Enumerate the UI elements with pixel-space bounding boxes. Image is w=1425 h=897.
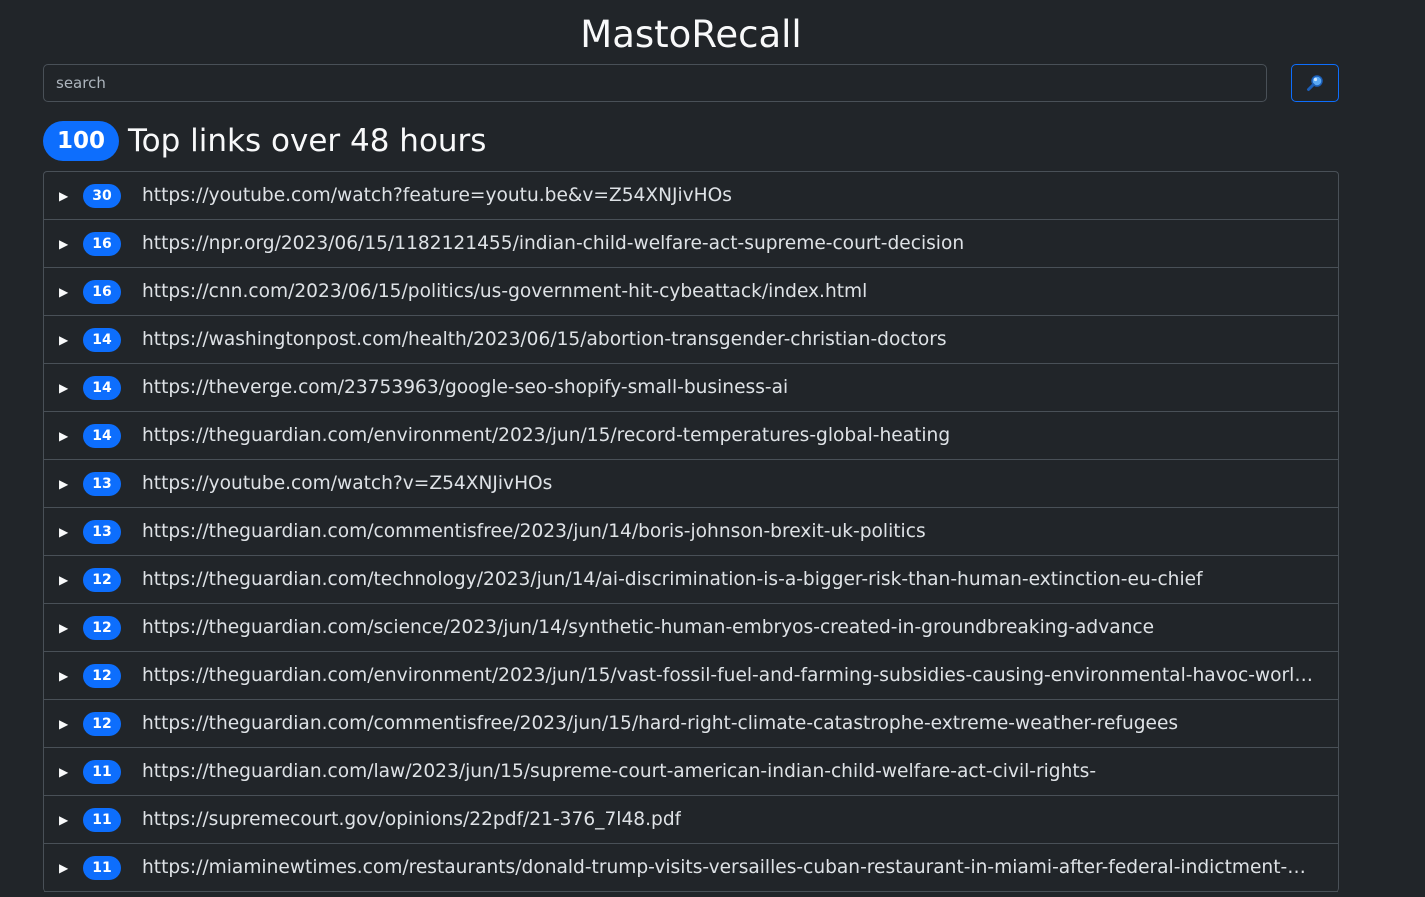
link-item[interactable]: ▶ 12 https://theguardian.com/environment/2… xyxy=(44,652,1338,700)
expand-caret-icon[interactable]: ▶ xyxy=(59,813,71,827)
expand-caret-icon[interactable]: ▶ xyxy=(59,429,71,443)
expand-caret-icon[interactable]: ▶ xyxy=(59,717,71,731)
link-count-badge: 14 xyxy=(83,423,121,448)
link-item[interactable]: ▶ 14 https://washingtonpost.com/health/202… xyxy=(44,316,1338,364)
link-list: ▶ 30 https://youtube.com/watch?feature=you… xyxy=(43,171,1339,892)
search-input[interactable] xyxy=(43,64,1267,102)
link-url[interactable]: https://theguardian.com/commentisfree/20… xyxy=(142,713,1178,734)
link-count-badge: 12 xyxy=(83,711,121,736)
link-url[interactable]: https://theverge.com/23753963/google-seo… xyxy=(142,377,788,398)
link-item[interactable]: ▶ 13 https://theguardian.com/commentisfree… xyxy=(44,508,1338,556)
expand-caret-icon[interactable]: ▶ xyxy=(59,237,71,251)
expand-caret-icon[interactable]: ▶ xyxy=(59,669,71,683)
link-item[interactable]: ▶ 13 https://youtube.com/watch?v=Z54XNJivH… xyxy=(44,460,1338,508)
link-count-badge: 14 xyxy=(83,375,121,400)
expand-caret-icon[interactable]: ▶ xyxy=(59,333,71,347)
section-heading: 100 Top links over 48 hours xyxy=(43,120,1339,162)
section-title: Top links over 48 hours xyxy=(128,123,487,159)
link-item[interactable]: ▶ 11 https://miaminewtimes.com/restaurants… xyxy=(44,844,1338,892)
link-item[interactable]: ▶ 14 https://theverge.com/23753963/google-… xyxy=(44,364,1338,412)
link-url[interactable]: https://theguardian.com/environment/2023… xyxy=(142,665,1317,686)
total-count-badge: 100 xyxy=(43,121,120,161)
link-count-badge: 11 xyxy=(83,807,121,832)
link-count-badge: 11 xyxy=(83,759,121,784)
link-url[interactable]: https://theguardian.com/law/2023/jun/15/… xyxy=(142,761,1096,782)
link-count-badge: 11 xyxy=(83,855,121,880)
link-item[interactable]: ▶ 12 https://theguardian.com/science/2023/… xyxy=(44,604,1338,652)
expand-caret-icon[interactable]: ▶ xyxy=(59,765,71,779)
link-url[interactable]: https://theguardian.com/environment/2023… xyxy=(142,425,950,446)
link-count-badge: 16 xyxy=(83,279,121,304)
link-item[interactable]: ▶ 14 https://theguardian.com/environment/2… xyxy=(44,412,1338,460)
link-url[interactable]: https://youtube.com/watch?feature=youtu.… xyxy=(142,185,732,206)
magnifying-glass-icon xyxy=(1307,75,1323,91)
expand-caret-icon[interactable]: ▶ xyxy=(59,477,71,491)
expand-caret-icon[interactable]: ▶ xyxy=(59,573,71,587)
page-container: MastoRecall 100 Top links over 48 hours … xyxy=(43,0,1339,892)
link-item[interactable]: ▶ 16 https://cnn.com/2023/06/15/politics/u… xyxy=(44,268,1338,316)
search-button[interactable] xyxy=(1291,64,1339,102)
link-item[interactable]: ▶ 11 https://supremecourt.gov/opinions/22p… xyxy=(44,796,1338,844)
link-item[interactable]: ▶ 30 https://youtube.com/watch?feature=you… xyxy=(44,172,1338,220)
link-count-badge: 14 xyxy=(83,327,121,352)
app-title: MastoRecall xyxy=(580,13,802,56)
link-count-badge: 16 xyxy=(83,231,121,256)
expand-caret-icon[interactable]: ▶ xyxy=(59,621,71,635)
link-count-badge: 30 xyxy=(83,183,121,208)
link-item[interactable]: ▶ 11 https://theguardian.com/law/2023/jun/… xyxy=(44,748,1338,796)
link-url[interactable]: https://washingtonpost.com/health/2023/0… xyxy=(142,329,947,350)
link-count-badge: 12 xyxy=(83,567,121,592)
link-item[interactable]: ▶ 12 https://theguardian.com/technology/20… xyxy=(44,556,1338,604)
expand-caret-icon[interactable]: ▶ xyxy=(59,861,71,875)
link-url[interactable]: https://miaminewtimes.com/restaurants/do… xyxy=(142,857,1317,878)
search-bar xyxy=(43,64,1339,102)
link-item[interactable]: ▶ 16 https://npr.org/2023/06/15/1182121455… xyxy=(44,220,1338,268)
link-count-badge: 12 xyxy=(83,663,121,688)
expand-caret-icon[interactable]: ▶ xyxy=(59,525,71,539)
link-count-badge: 13 xyxy=(83,519,121,544)
link-url[interactable]: https://cnn.com/2023/06/15/politics/us-g… xyxy=(142,281,867,302)
link-url[interactable]: https://theguardian.com/commentisfree/20… xyxy=(142,521,926,542)
expand-caret-icon[interactable]: ▶ xyxy=(59,189,71,203)
expand-caret-icon[interactable]: ▶ xyxy=(59,285,71,299)
link-count-badge: 12 xyxy=(83,615,121,640)
link-item[interactable]: ▶ 12 https://theguardian.com/commentisfree… xyxy=(44,700,1338,748)
expand-caret-icon[interactable]: ▶ xyxy=(59,381,71,395)
link-url[interactable]: https://supremecourt.gov/opinions/22pdf/… xyxy=(142,809,681,830)
link-url[interactable]: https://youtube.com/watch?v=Z54XNJivHOs xyxy=(142,473,552,494)
link-url[interactable]: https://theguardian.com/science/2023/jun… xyxy=(142,617,1154,638)
link-url[interactable]: https://theguardian.com/technology/2023/… xyxy=(142,569,1203,590)
link-url[interactable]: https://npr.org/2023/06/15/1182121455/in… xyxy=(142,233,964,254)
link-count-badge: 13 xyxy=(83,471,121,496)
